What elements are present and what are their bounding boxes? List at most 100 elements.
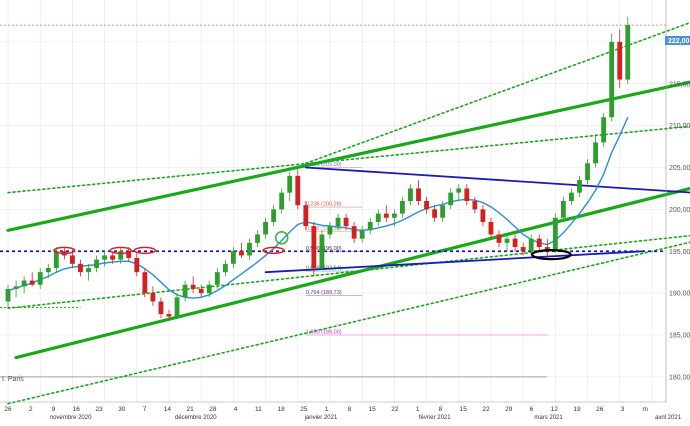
- candle-body: [464, 188, 470, 201]
- candle-body: [303, 205, 309, 227]
- candle-body: [520, 247, 526, 252]
- candle-body: [37, 272, 43, 285]
- x-tick-label: 28: [209, 406, 217, 413]
- candle-body: [182, 284, 188, 298]
- candle-body: [400, 201, 405, 214]
- x-tick-label: 8: [439, 406, 443, 413]
- candle-body: [327, 226, 333, 235]
- x-tick-label: m: [643, 406, 648, 413]
- x-tick-label: 1: [416, 406, 420, 413]
- candle-body: [569, 192, 574, 201]
- candle-body: [166, 314, 172, 317]
- fib-level-label: 0,236 (200,28): [306, 202, 342, 208]
- candle-body: [375, 213, 381, 222]
- candle-body: [359, 230, 365, 239]
- candle-body: [263, 221, 268, 235]
- candle-body: [448, 192, 454, 206]
- chart-canvas: 0,000 (205,00)0,236 (200,28)0,382 (197,3…: [0, 0, 690, 421]
- x-tick-label: 26: [4, 406, 12, 413]
- candle-body: [432, 209, 438, 218]
- x-tick-label: 9: [52, 406, 56, 413]
- y-tick-label: 215,00: [669, 81, 690, 88]
- x-tick-label: 7: [143, 406, 147, 413]
- candle-body: [279, 192, 285, 210]
- x-tick-label: 3: [621, 406, 625, 413]
- x-tick-label: 25: [300, 406, 308, 413]
- exchange-label: I. Paris: [2, 376, 24, 383]
- candle-body: [70, 255, 75, 264]
- candle-body: [86, 268, 91, 273]
- candle-body: [617, 41, 623, 80]
- x-tick-label: 4: [234, 406, 238, 413]
- candle-body: [560, 201, 566, 218]
- candle-body: [585, 163, 590, 181]
- candle-body: [456, 188, 462, 193]
- candle-body: [367, 221, 373, 231]
- candle-body: [577, 180, 582, 193]
- x-month-label: décembre 2020: [175, 415, 217, 421]
- candle-body: [45, 268, 51, 273]
- x-tick-label: 30: [118, 406, 126, 413]
- candle-body: [142, 272, 148, 294]
- candle-body: [416, 188, 421, 201]
- x-tick-label: 8: [348, 406, 352, 413]
- x-month-label: avril 2021: [655, 415, 682, 421]
- candle-body: [118, 251, 124, 260]
- fib-level-label: 0,764 (189,73): [306, 290, 342, 296]
- candle-body: [488, 221, 494, 235]
- candle-body: [271, 209, 277, 222]
- candle-body: [472, 201, 478, 210]
- x-tick-label: 1: [325, 406, 329, 413]
- candle-body: [295, 175, 301, 206]
- y-tick-label: 210,00: [669, 123, 690, 130]
- y-tick-label: 180,00: [669, 374, 690, 381]
- last-price-badge: 222,00: [665, 36, 690, 45]
- candle-body: [247, 242, 252, 256]
- candle-body: [480, 209, 486, 222]
- y-tick-label: 190,00: [669, 291, 690, 298]
- candle-body: [5, 288, 11, 302]
- x-month-label: novembre 2020: [50, 415, 92, 421]
- candle-body: [287, 175, 293, 193]
- candle-body: [239, 251, 244, 256]
- x-tick-label: 22: [482, 406, 490, 413]
- candle-body: [351, 226, 357, 239]
- candle-body: [383, 213, 389, 218]
- x-tick-label: 12: [551, 406, 559, 413]
- candle-body: [335, 217, 341, 227]
- candle-body: [94, 259, 99, 268]
- candle-body: [536, 238, 542, 248]
- x-tick-label: 6: [530, 406, 534, 413]
- candle-body: [504, 238, 510, 243]
- candle-body: [214, 272, 220, 285]
- candle-body: [150, 293, 156, 302]
- candle-body: [391, 213, 397, 218]
- y-tick-label: 185,00: [669, 333, 690, 340]
- candle-body: [424, 201, 429, 210]
- x-tick-label: 16: [73, 406, 81, 413]
- x-tick-label: 11: [255, 406, 262, 413]
- x-tick-label: 15: [369, 406, 377, 413]
- candle-body: [512, 238, 518, 248]
- candle-body: [174, 297, 180, 317]
- y-tick-label: 195,00: [669, 249, 690, 256]
- x-month-label: janvier 2021: [304, 415, 338, 421]
- last-price-label: 222,00: [668, 38, 690, 45]
- candle-body: [311, 226, 317, 268]
- x-tick-label: 14: [164, 406, 172, 413]
- y-tick-label: 200,00: [669, 207, 690, 214]
- x-tick-label: 18: [278, 406, 286, 413]
- y-tick-label: 205,00: [669, 165, 690, 172]
- chart: 0,000 (205,00) 0,236 (200,28) 0,382 (197,3…: [0, 0, 690, 421]
- candle-body: [593, 142, 598, 164]
- x-tick-label: 23: [95, 406, 103, 413]
- candle-body: [255, 234, 260, 243]
- candle-body: [198, 288, 204, 294]
- x-tick-label: 26: [596, 406, 604, 413]
- candle-body: [609, 41, 615, 118]
- x-tick-label: 21: [186, 406, 194, 413]
- x-tick-label: 2: [29, 406, 33, 413]
- x-month-label: mars 2021: [534, 415, 563, 421]
- x-tick-label: 29: [505, 406, 513, 413]
- candle-body: [319, 234, 325, 268]
